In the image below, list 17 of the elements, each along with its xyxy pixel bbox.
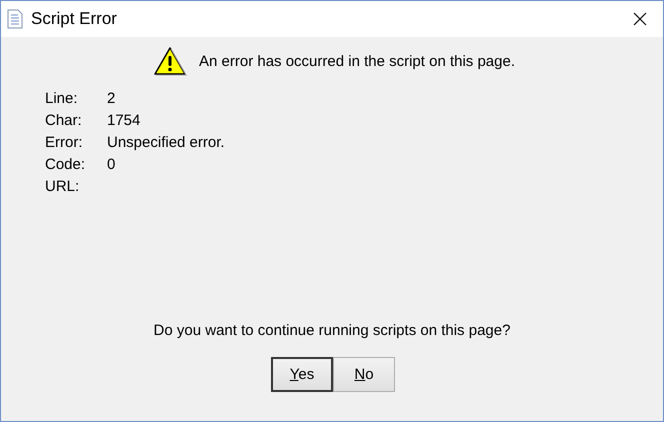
detail-label: Code: — [45, 156, 86, 174]
detail-value: 0 — [107, 156, 116, 174]
detail-label: Char: — [45, 112, 83, 130]
error-message: An error has occurred in the script on this page. — [199, 52, 515, 70]
window-title: Script Error — [31, 9, 118, 29]
detail-label: Line: — [45, 90, 79, 108]
warning-icon — [153, 46, 187, 76]
question-text: Do you want to continue running scripts on this page? — [154, 322, 510, 339]
dialog-button[interactable]: No — [333, 357, 395, 392]
document-icon — [7, 9, 23, 29]
detail-value: Unspecified error. — [107, 134, 226, 152]
detail-label: Error: — [45, 134, 84, 152]
detail-value: 1754 — [107, 112, 142, 130]
detail-value: 2 — [107, 90, 116, 108]
dialog-button[interactable]: Yes — [271, 357, 333, 392]
close-icon[interactable] — [632, 11, 648, 27]
detail-label: URL: — [45, 178, 80, 196]
